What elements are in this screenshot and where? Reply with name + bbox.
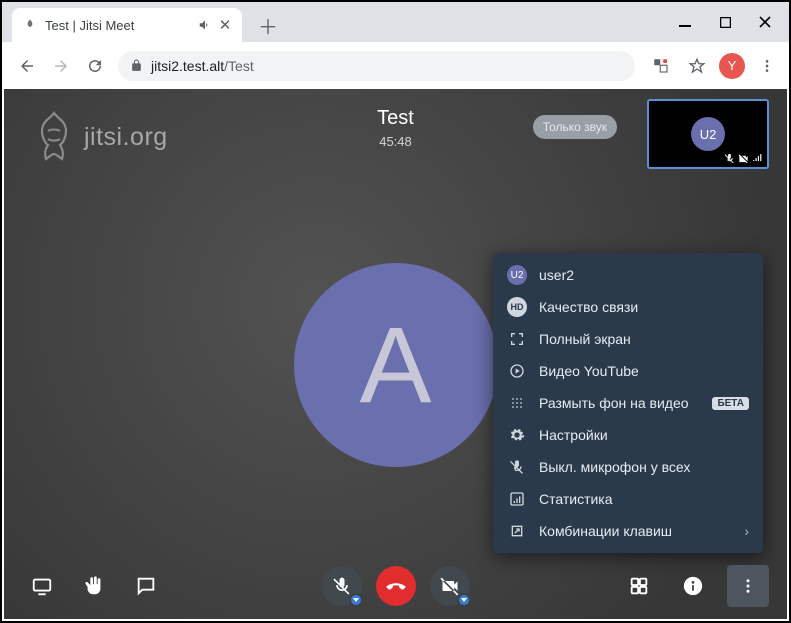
play-circle-icon	[507, 363, 527, 379]
browser-menu-button[interactable]	[753, 52, 781, 80]
menu-item-stats[interactable]: Статистика	[493, 483, 763, 515]
translate-extension-icon[interactable]	[647, 52, 675, 80]
jitsi-favicon-icon	[22, 17, 38, 33]
bookmark-star-button[interactable]	[683, 52, 711, 80]
tab-title: Test | Jitsi Meet	[45, 18, 192, 33]
signal-icon	[752, 153, 763, 164]
call-toolbar	[4, 553, 787, 619]
chevron-right-icon: ›	[744, 523, 749, 539]
browser-chrome: Test | Jitsi Meet ✕ ＋ jitsi2.test.alt/Te	[2, 2, 789, 89]
menu-item-fullscreen[interactable]: Полный экран	[493, 323, 763, 355]
participant-thumbnail[interactable]: U2	[647, 99, 769, 169]
menu-item-settings[interactable]: Настройки	[493, 419, 763, 451]
window-close-button[interactable]	[745, 7, 785, 37]
camera-options-chevron-icon[interactable]	[457, 593, 471, 607]
minimize-button[interactable]	[665, 7, 705, 37]
fullscreen-icon	[507, 331, 527, 347]
lock-icon	[130, 59, 143, 72]
mic-options-chevron-icon[interactable]	[349, 593, 363, 607]
jitsi-app: jitsi.org Test 45:48 Только звук U2 A U2…	[4, 89, 787, 619]
profile-avatar[interactable]: Y	[719, 53, 745, 79]
cam-off-icon	[738, 153, 749, 164]
browser-tab[interactable]: Test | Jitsi Meet ✕	[12, 8, 242, 42]
address-bar-row: jitsi2.test.alt/Test Y	[2, 42, 789, 89]
stats-icon	[507, 491, 527, 507]
more-actions-menu: U2 user2 HD Качество связи Полный экран …	[493, 253, 763, 553]
thumbnail-status-icons	[724, 153, 763, 164]
mic-muted-icon	[724, 153, 735, 164]
mic-off-icon	[507, 459, 527, 475]
maximize-button[interactable]	[705, 7, 745, 37]
main-avatar: A	[294, 263, 498, 467]
url-text: jitsi2.test.alt/Test	[151, 58, 254, 74]
microphone-toggle-button[interactable]	[322, 566, 362, 606]
info-button[interactable]	[673, 566, 713, 606]
back-button[interactable]	[10, 49, 44, 83]
new-tab-button[interactable]: ＋	[254, 11, 282, 39]
audio-only-badge[interactable]: Только звук	[533, 115, 617, 139]
more-actions-button[interactable]	[727, 565, 769, 607]
speaker-icon[interactable]	[198, 18, 212, 32]
window-controls	[665, 2, 785, 42]
forward-button[interactable]	[44, 49, 78, 83]
address-bar[interactable]: jitsi2.test.alt/Test	[118, 51, 635, 81]
toolbar-right-icons: Y	[641, 52, 781, 80]
gear-icon	[507, 427, 527, 443]
menu-item-youtube[interactable]: Видео YouTube	[493, 355, 763, 387]
menu-item-mute-all[interactable]: Выкл. микрофон у всех	[493, 451, 763, 483]
camera-toggle-button[interactable]	[430, 566, 470, 606]
menu-item-blur[interactable]: Размыть фон на видео БЕТА	[493, 387, 763, 419]
open-new-icon	[507, 523, 527, 539]
menu-item-shortcuts[interactable]: Комбинации клавиш ›	[493, 515, 763, 547]
screen-share-button[interactable]	[22, 566, 62, 606]
blur-icon	[507, 395, 527, 411]
menu-item-quality[interactable]: HD Качество связи	[493, 291, 763, 323]
tab-close-button[interactable]: ✕	[218, 16, 232, 34]
raise-hand-button[interactable]	[74, 566, 114, 606]
reload-button[interactable]	[78, 49, 112, 83]
chat-button[interactable]	[126, 566, 166, 606]
tab-bar: Test | Jitsi Meet ✕ ＋	[2, 2, 789, 42]
thumbnail-avatar: U2	[691, 117, 725, 151]
beta-badge: БЕТА	[712, 397, 749, 410]
tile-view-button[interactable]	[619, 566, 659, 606]
hd-icon: HD	[507, 297, 527, 317]
hangup-button[interactable]	[376, 566, 416, 606]
menu-item-profile[interactable]: U2 user2	[493, 259, 763, 291]
user-avatar-icon: U2	[507, 265, 527, 285]
